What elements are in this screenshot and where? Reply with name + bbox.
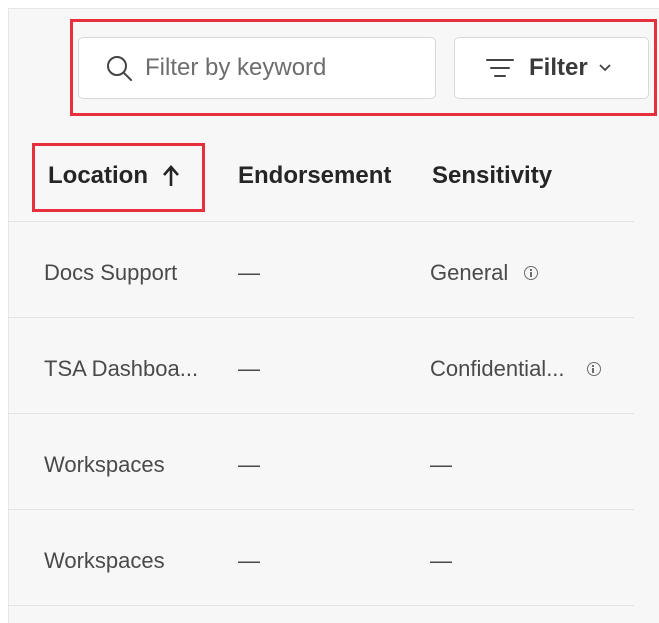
endorsement-cell: —: [238, 356, 260, 381]
sensitivity-cell: Confidential...: [430, 356, 565, 381]
list-panel: [8, 8, 659, 623]
keyword-filter-box[interactable]: [78, 37, 436, 99]
location-cell[interactable]: Docs Support: [44, 260, 214, 286]
row-divider: [8, 317, 634, 318]
chevron-down-icon: [599, 64, 611, 72]
column-header-location[interactable]: Location: [48, 162, 180, 190]
row-divider: [8, 221, 634, 222]
filter-button[interactable]: Filter: [454, 37, 649, 99]
sensitivity-cell: General: [430, 260, 509, 285]
sort-ascending-icon: [163, 165, 179, 186]
row-divider: [8, 605, 634, 606]
info-icon[interactable]: [586, 362, 601, 376]
row-divider: [8, 509, 634, 510]
endorsement-cell: —: [238, 452, 260, 477]
location-cell[interactable]: Workspaces: [44, 548, 214, 574]
row-divider: [8, 413, 634, 414]
filter-button-label: Filter: [529, 54, 588, 81]
search-icon: [107, 56, 132, 81]
location-cell[interactable]: Workspaces: [44, 452, 214, 478]
column-header-location-label: Location: [48, 162, 148, 189]
search-input[interactable]: [145, 54, 415, 82]
column-header-sensitivity[interactable]: Sensitivity: [432, 162, 552, 190]
endorsement-cell: —: [238, 548, 260, 573]
column-header-endorsement[interactable]: Endorsement: [238, 162, 394, 190]
location-cell[interactable]: TSA Dashboa...: [44, 356, 214, 382]
filter-lines-icon: [486, 59, 514, 77]
endorsement-cell: —: [238, 260, 260, 285]
sensitivity-cell: —: [430, 548, 452, 573]
info-icon[interactable]: [524, 266, 539, 280]
sensitivity-cell: —: [430, 452, 452, 477]
